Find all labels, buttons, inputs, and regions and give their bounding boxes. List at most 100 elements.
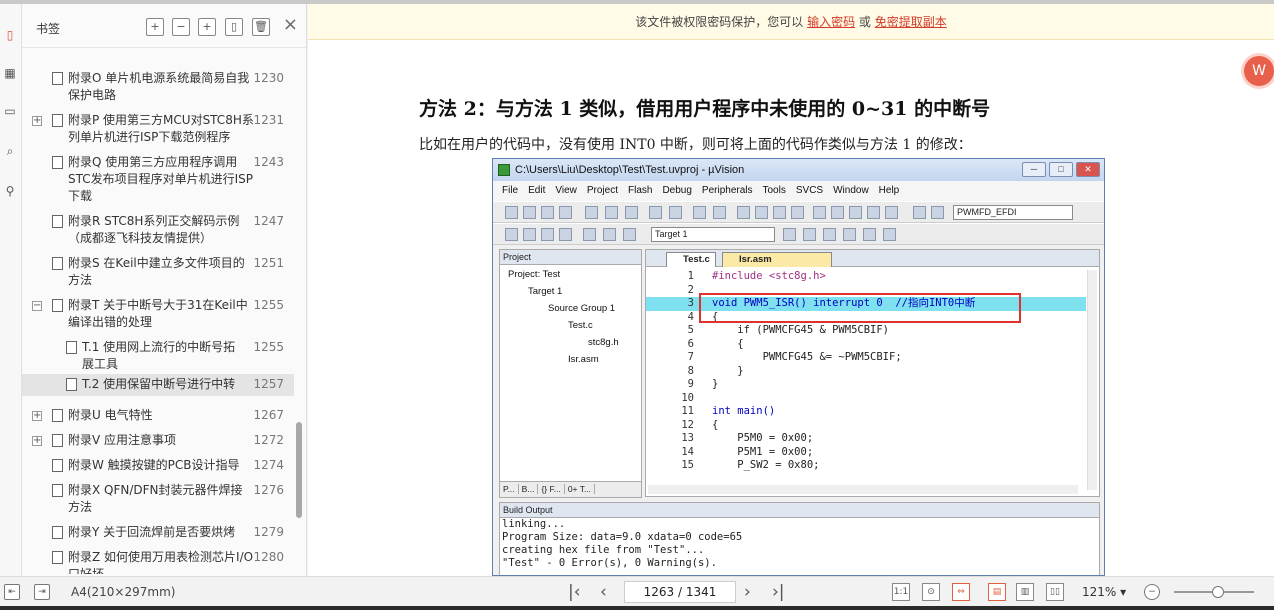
- single-page-icon[interactable]: ▤: [988, 583, 1006, 601]
- expand-icon[interactable]: +: [32, 116, 42, 126]
- uvision-menu-item: Edit: [528, 185, 546, 196]
- collapse-icon[interactable]: −: [32, 301, 42, 311]
- bookmark-item[interactable]: + 附录U 电气特性 1267: [22, 407, 294, 424]
- last-page-icon[interactable]: ›|: [772, 581, 785, 603]
- add-bookmark-icon[interactable]: +: [146, 18, 164, 36]
- bookmark-label: 附录S 在Keil中建立多文件项目的方法: [68, 256, 245, 287]
- bookmark-label: T.1 使用网上流行的中断号拓展工具: [82, 340, 236, 371]
- toolbar-icon: [773, 206, 786, 219]
- code-line: 8 }: [646, 365, 1086, 379]
- remove-bookmark-icon[interactable]: −: [172, 18, 190, 36]
- code-text: }: [712, 378, 719, 390]
- bookmark-label: 附录V 应用注意事项: [68, 433, 177, 447]
- code-line: 5 if (PWMCFG45 & PWM5CBIF): [646, 324, 1086, 338]
- prev-page-icon[interactable]: ‹: [600, 581, 607, 603]
- expand-icon[interactable]: +: [32, 411, 42, 421]
- next-page-icon[interactable]: ›: [744, 581, 751, 603]
- bookmark-page-number: 1255: [253, 340, 284, 354]
- bookmark-item[interactable]: 附录R STC8H系列正交解码示例（成都逐飞科技友情提供） 1247: [22, 213, 294, 247]
- build-line: "Test" - 0 Error(s), 0 Warning(s).: [502, 557, 717, 569]
- actual-size-icon[interactable]: 1:1: [892, 583, 910, 601]
- bookmark-scrollbar[interactable]: [296, 422, 302, 518]
- code-line: 12 {: [646, 419, 1086, 433]
- bookmark-item[interactable]: T.2 使用保留中断号进行中转 1257: [22, 374, 294, 396]
- uvision-menu-item: File: [502, 185, 519, 196]
- bookmark-label: 附录Z 如何使用万用表检测芯片I/O口好坏: [68, 550, 254, 574]
- target-select: Target 1: [651, 227, 775, 242]
- build-output: Build Output linking... Program Size: dat…: [499, 502, 1100, 575]
- build-output-header: Build Output: [500, 503, 1099, 518]
- bookmark-item[interactable]: + 附录V 应用注意事项 1272: [22, 432, 294, 449]
- fit-page-icon[interactable]: ⊙: [922, 583, 940, 601]
- bookmark-page-icon: [52, 215, 63, 228]
- uvision-menu-item: Window: [833, 185, 869, 196]
- two-page-icon[interactable]: ▯▯: [1046, 583, 1064, 601]
- bookmark-label: 附录O 单片机电源系统最简易自我保护电路: [68, 71, 250, 102]
- editor-tabs: Test.c Isr.asm: [646, 250, 1099, 267]
- toolbar-icon: [783, 228, 796, 241]
- bookmark-item[interactable]: 附录Z 如何使用万用表检测芯片I/O口好坏 1280: [22, 549, 294, 574]
- bookmark-item[interactable]: 附录Q 使用第三方应用程序调用STC发布项目程序对单片机进行ISP下载 1243: [22, 154, 294, 205]
- next-doc-icon[interactable]: ⇥: [34, 584, 50, 600]
- project-pane-header: Project: [500, 250, 641, 265]
- close-icon[interactable]: ×: [283, 16, 298, 34]
- code-line: 6 {: [646, 338, 1086, 352]
- bookmark-page-icon: [52, 434, 63, 447]
- toolbar-icon: [649, 206, 662, 219]
- toolbar-icon: [883, 228, 896, 241]
- bookmark-item[interactable]: 附录X QFN/DFN封装元器件焊接方法 1276: [22, 482, 294, 516]
- search-rail-icon[interactable]: ⌕: [3, 144, 17, 158]
- bookmark-item[interactable]: 附录Y 关于回流焊前是否要烘烤 1279: [22, 524, 294, 541]
- toolbar-icon: [583, 228, 596, 241]
- code-line: 1 #include <stc8g.h>: [646, 270, 1086, 284]
- bookmark-item[interactable]: 附录S 在Keil中建立多文件项目的方法 1251: [22, 255, 294, 289]
- zoom-out-icon[interactable]: −: [1144, 584, 1160, 600]
- tree-source-group: Source Group 1: [548, 303, 616, 314]
- page-number-input[interactable]: 1263 / 1341: [624, 581, 736, 603]
- toolbar-icon: [559, 206, 572, 219]
- maximize-icon: □: [1049, 162, 1073, 177]
- toolbar-icon: [625, 206, 638, 219]
- delete-icon[interactable]: 🗑: [252, 18, 270, 36]
- banner-text: 该文件被权限密码保护，您可以: [635, 15, 804, 29]
- bookmark-page-icon: [52, 114, 63, 127]
- toolbar-icon: [541, 206, 554, 219]
- continuous-page-icon[interactable]: ▥: [1016, 583, 1034, 601]
- bookmark-page-icon: [52, 299, 63, 312]
- extract-copy-link[interactable]: 免密提取副本: [875, 15, 947, 29]
- enter-password-link[interactable]: 输入密码: [807, 15, 855, 29]
- bookmark-outline-icon[interactable]: ▯: [225, 18, 243, 36]
- toolbar-icon: [813, 206, 826, 219]
- bookmark-title: 书签: [36, 22, 61, 36]
- prev-doc-icon[interactable]: ⇤: [4, 584, 20, 600]
- comment-rail-icon[interactable]: ▭: [3, 104, 17, 118]
- floating-tool-button[interactable]: W: [1244, 56, 1274, 86]
- bookmark-icon[interactable]: +: [198, 18, 216, 36]
- tree-target: Target 1: [528, 286, 563, 297]
- code-line: 10: [646, 392, 1086, 406]
- attachment-rail-icon[interactable]: ⚲: [3, 184, 17, 198]
- first-page-icon[interactable]: |‹: [568, 581, 581, 603]
- code-text: P_SW2 = 0x80;: [712, 459, 820, 471]
- expand-icon[interactable]: +: [32, 436, 42, 446]
- bookmark-item[interactable]: 附录O 单片机电源系统最简易自我保护电路 1230: [22, 70, 294, 104]
- bookmark-item[interactable]: − 附录T 关于中断号大于31在Keil中编译出错的处理 1255: [22, 297, 294, 331]
- project-tab: B...: [521, 484, 539, 494]
- bookmark-item[interactable]: 附录W 触摸按键的PCB设计指导 1274: [22, 457, 294, 474]
- code-text: {: [712, 418, 719, 431]
- thumbnail-rail-icon[interactable]: ▦: [3, 66, 17, 80]
- bookmark-item[interactable]: + 附录P 使用第三方MCU对STC8H系列单片机进行ISP下载范例程序 1231: [22, 112, 294, 146]
- toolbar-icon: [693, 206, 706, 219]
- code-line: 15 P_SW2 = 0x80;: [646, 459, 1086, 473]
- toolbar-icon: [605, 206, 618, 219]
- bookmark-item[interactable]: T.1 使用网上流行的中断号拓展工具 1255: [22, 339, 294, 373]
- line-number: 4: [687, 310, 694, 323]
- code-text: PWMCFG45 &= ~PWM5CBIF;: [712, 351, 902, 363]
- zoom-slider-handle[interactable]: [1212, 586, 1224, 598]
- bookmark-rail-icon[interactable]: ▯: [3, 28, 17, 42]
- fit-width-icon[interactable]: ⇔: [952, 583, 970, 601]
- zoom-level[interactable]: 121% ▾: [1082, 585, 1126, 599]
- toolbar-icon: [755, 206, 768, 219]
- toolbar-icon: [585, 206, 598, 219]
- bookmark-page-number: 1255: [253, 298, 284, 312]
